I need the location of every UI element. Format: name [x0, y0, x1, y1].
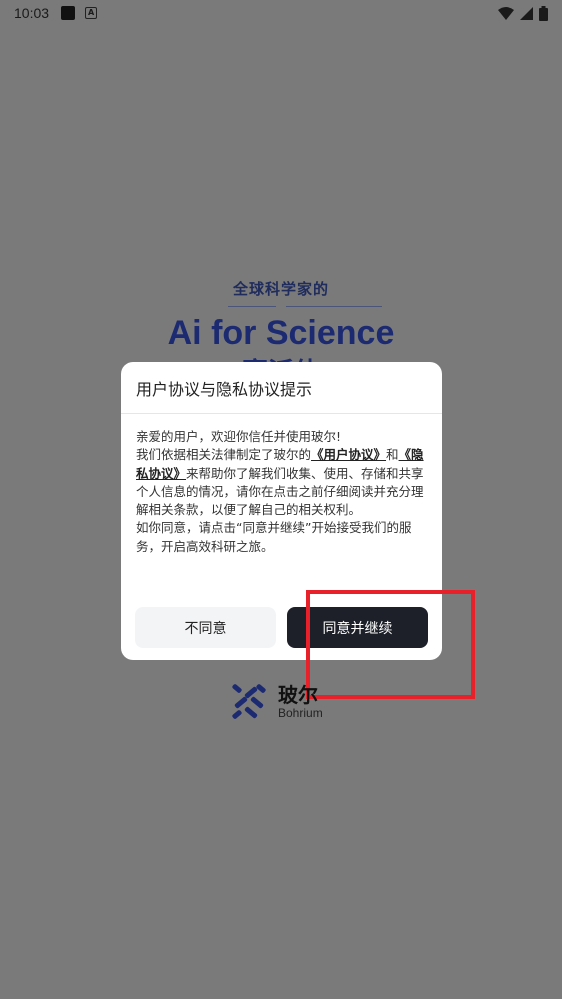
splash-divider-left — [228, 306, 276, 307]
consent-text: 如你同意，请点击“同意并继续”开始接受我们的服务，开启高效科研之旅。 — [136, 520, 412, 554]
splash-divider-right — [286, 306, 382, 307]
app-notification-icon: A — [85, 7, 98, 19]
signal-icon — [520, 6, 533, 20]
splash-subtitle: 全球科学家的 — [232, 280, 329, 298]
logo-text: 玻尔 Bohrium — [278, 685, 323, 719]
agreement-text-and: 和 — [386, 447, 399, 463]
wifi-icon — [498, 6, 514, 20]
battery-icon — [539, 5, 548, 21]
bohrium-logo: 玻尔 Bohrium — [230, 682, 323, 722]
agreement-dialog: 用户协议与隐私协议提示 亲爱的用户，欢迎你信任并使用玻尔! 我们依据相关法律制定… — [121, 362, 442, 660]
notification-icon — [61, 6, 76, 20]
status-bar: 10:03 A — [0, 0, 562, 26]
agree-continue-button[interactable]: 同意并继续 — [287, 607, 428, 648]
agreement-text-prefix: 我们依据相关法律制定了玻尔的 — [136, 447, 312, 463]
dialog-body: 亲爱的用户，欢迎你信任并使用玻尔! 我们依据相关法律制定了玻尔的《用户协议》和《… — [121, 414, 442, 556]
dialog-title: 用户协议与隐私协议提示 — [121, 362, 442, 414]
bohrium-logo-icon — [232, 684, 266, 719]
status-time: 10:03 — [14, 5, 50, 21]
dialog-buttons: 不同意 同意并继续 — [135, 607, 428, 648]
welcome-text: 亲爱的用户，欢迎你信任并使用玻尔! — [136, 429, 342, 444]
logo-name-cn: 玻尔 — [278, 683, 318, 707]
agreement-text: 我们依据相关法律制定了玻尔的《用户协议》和《隐私协议》来帮助你了解我们收集、使用… — [136, 446, 427, 519]
user-agreement-link[interactable]: 《用户协议》 — [311, 447, 386, 462]
splash-title: Ai for Science — [167, 314, 395, 352]
logo-name-en: Bohrium — [278, 706, 323, 720]
decline-button[interactable]: 不同意 — [135, 607, 276, 648]
